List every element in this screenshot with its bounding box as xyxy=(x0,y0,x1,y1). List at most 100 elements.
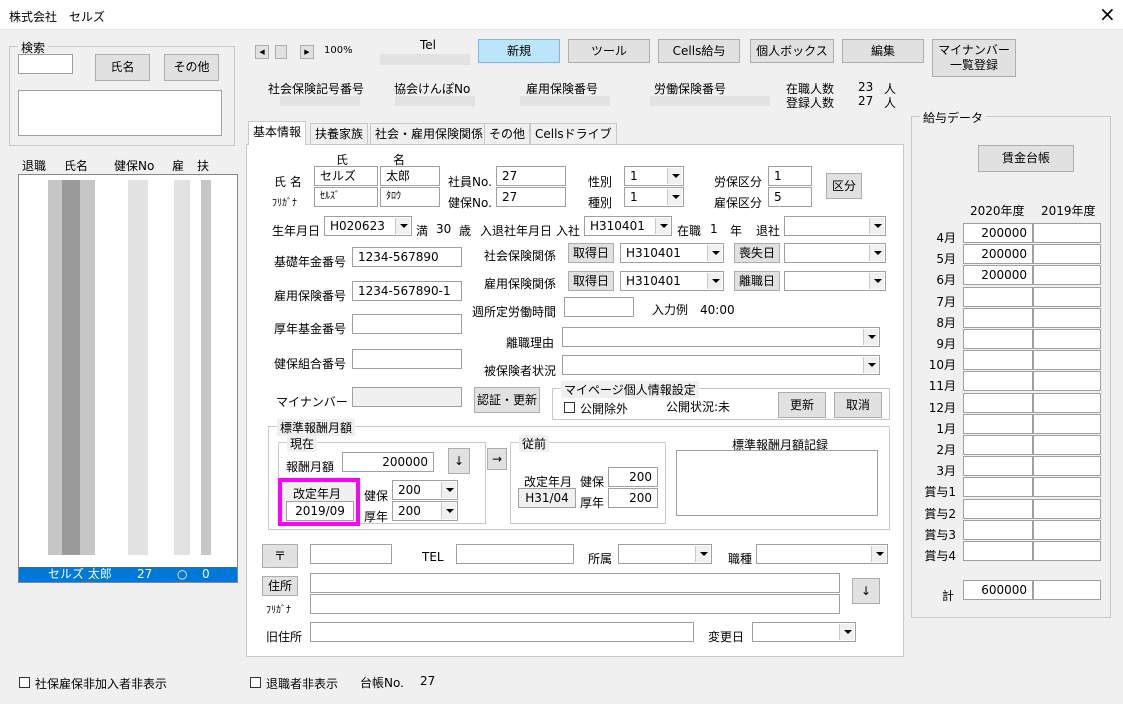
kubun-button[interactable]: 区分 xyxy=(826,173,862,199)
chevron-down-icon[interactable] xyxy=(655,218,670,234)
salary-cell-2020[interactable] xyxy=(963,477,1033,498)
mei-kana-field[interactable]: ﾀﾛｳ xyxy=(380,187,440,207)
salary-cell-2020[interactable] xyxy=(963,286,1033,307)
chevron-down-icon[interactable] xyxy=(869,273,884,289)
tool-button[interactable]: ツール xyxy=(568,39,650,63)
chevron-down-icon[interactable] xyxy=(839,624,854,640)
salary-cell-2019[interactable] xyxy=(1033,435,1101,455)
zoom-prev-button[interactable]: ◀ xyxy=(255,45,269,59)
kounen-select[interactable]: 200 xyxy=(392,501,458,521)
kenko-kumiai-field[interactable] xyxy=(352,349,462,369)
taisha-select[interactable] xyxy=(784,216,886,236)
chevron-down-icon[interactable] xyxy=(863,329,878,345)
search-text-area[interactable] xyxy=(18,90,222,136)
shaho-soshitsu-select[interactable] xyxy=(784,243,886,263)
record-list[interactable] xyxy=(676,450,878,516)
salary-cell-2020[interactable] xyxy=(963,541,1033,561)
salary-cell-2019[interactable] xyxy=(1033,498,1101,519)
salary-cell-2020[interactable]: 200000 xyxy=(963,244,1033,265)
chevron-down-icon[interactable] xyxy=(667,168,682,184)
mypage-update-button[interactable]: 更新 xyxy=(778,392,826,418)
total-2019[interactable] xyxy=(1033,580,1101,600)
shozoku-select[interactable] xyxy=(618,544,712,564)
tel-field[interactable] xyxy=(456,544,574,564)
old-address-field[interactable] xyxy=(310,622,694,642)
rishoku-riyu-select[interactable] xyxy=(562,327,880,347)
chevron-down-icon[interactable] xyxy=(695,546,710,562)
cells-salary-button[interactable]: Cells給与 xyxy=(658,39,740,63)
salary-cell-2020[interactable] xyxy=(963,519,1033,540)
chevron-down-icon[interactable] xyxy=(441,482,456,498)
salary-cell-2019[interactable] xyxy=(1033,244,1101,265)
salary-cell-2020[interactable] xyxy=(963,456,1033,477)
prev-kounen-field[interactable]: 200 xyxy=(608,488,658,508)
zoom-slider-thumb[interactable] xyxy=(275,45,287,59)
salary-cell-2020[interactable] xyxy=(963,392,1033,413)
total-2020[interactable]: 600000 xyxy=(963,580,1033,600)
salary-cell-2020[interactable]: 200000 xyxy=(963,265,1033,286)
sei-field[interactable]: セルズ xyxy=(314,166,378,186)
ledger-button[interactable]: 賃金台帳 xyxy=(978,145,1074,172)
mei-field[interactable]: 太郎 xyxy=(380,166,440,186)
chevron-down-icon[interactable] xyxy=(667,189,682,205)
salary-cell-2019[interactable] xyxy=(1033,456,1101,477)
tab-cells-drive[interactable]: Cellsドライブ xyxy=(530,123,617,144)
salary-cell-2020[interactable] xyxy=(963,329,1033,349)
edit-button[interactable]: 編集 xyxy=(842,39,924,63)
exclude-checkbox[interactable] xyxy=(564,402,575,413)
salary-cell-2019[interactable] xyxy=(1033,350,1101,371)
koyo-no-field[interactable]: 1234-567890-1 xyxy=(352,281,462,301)
search-name-button[interactable]: 氏名 xyxy=(95,54,150,81)
kiso-field[interactable]: 1234-567890 xyxy=(352,247,462,267)
chevron-down-icon[interactable] xyxy=(871,546,886,562)
salary-cell-2019[interactable] xyxy=(1033,286,1101,307)
zoom-next-button[interactable]: ▶ xyxy=(300,45,314,59)
chevron-down-icon[interactable] xyxy=(395,218,410,234)
koho-field[interactable]: 5 xyxy=(768,187,812,207)
tab-dependents[interactable]: 扶養家族 xyxy=(310,123,369,144)
new-button[interactable]: 新規 xyxy=(478,39,560,63)
salary-cell-2019[interactable] xyxy=(1033,541,1101,561)
birth-select[interactable]: H020623 xyxy=(324,216,412,236)
kosei-kikin-field[interactable] xyxy=(352,314,462,334)
rishoku-button[interactable]: 離職日 xyxy=(734,271,780,291)
chevron-down-icon[interactable] xyxy=(441,503,456,519)
gender-select[interactable]: 1 xyxy=(624,166,684,186)
rouho-field[interactable]: 1 xyxy=(768,166,812,186)
koyo-shutoku-button[interactable]: 取得日 xyxy=(568,271,614,291)
kenpo-no-field[interactable]: 27 xyxy=(496,187,566,207)
salary-cell-2020[interactable] xyxy=(963,413,1033,434)
chevron-down-icon[interactable] xyxy=(863,357,878,373)
shukan-field[interactable] xyxy=(564,297,634,317)
salary-cell-2020[interactable] xyxy=(963,371,1033,392)
shain-no-field[interactable]: 27 xyxy=(496,166,566,186)
salary-cell-2019[interactable] xyxy=(1033,392,1101,413)
salary-cell-2019[interactable] xyxy=(1033,477,1101,498)
nyusha-select[interactable]: H310401 xyxy=(584,216,672,236)
search-other-button[interactable]: その他 xyxy=(164,54,219,81)
ninsho-button[interactable]: 認証・更新 xyxy=(474,387,540,413)
hoshu-field[interactable]: 200000 xyxy=(342,452,434,472)
salary-cell-2019[interactable] xyxy=(1033,371,1101,392)
address-down-button[interactable]: ↓ xyxy=(852,578,880,604)
salary-cell-2019[interactable] xyxy=(1033,307,1101,328)
chevron-down-icon[interactable] xyxy=(707,273,722,289)
mypage-cancel-button[interactable]: 取消 xyxy=(834,392,882,418)
koyo-shutoku-select[interactable]: H310401 xyxy=(620,271,724,291)
sei-kana-field[interactable]: ｾﾙｽﾞ xyxy=(314,187,378,207)
kaitei-field[interactable]: 2019/09 xyxy=(286,501,354,521)
close-icon[interactable]: × xyxy=(1099,2,1116,26)
salary-cell-2020[interactable] xyxy=(963,498,1033,519)
copy-right-button[interactable]: → xyxy=(487,448,507,470)
hoshu-down-button[interactable]: ↓ xyxy=(448,448,470,474)
chevron-down-icon[interactable] xyxy=(707,245,722,261)
change-date-select[interactable] xyxy=(752,622,856,642)
salary-cell-2020[interactable] xyxy=(963,350,1033,371)
prev-kenpo-field[interactable]: 200 xyxy=(608,467,658,487)
tab-other[interactable]: その他 xyxy=(484,123,531,144)
personal-box-button[interactable]: 個人ボックス xyxy=(750,39,834,63)
salary-cell-2019[interactable] xyxy=(1033,329,1101,349)
shokushu-select[interactable] xyxy=(756,544,888,564)
address-field[interactable] xyxy=(310,573,840,593)
salary-cell-2019[interactable] xyxy=(1033,265,1101,286)
